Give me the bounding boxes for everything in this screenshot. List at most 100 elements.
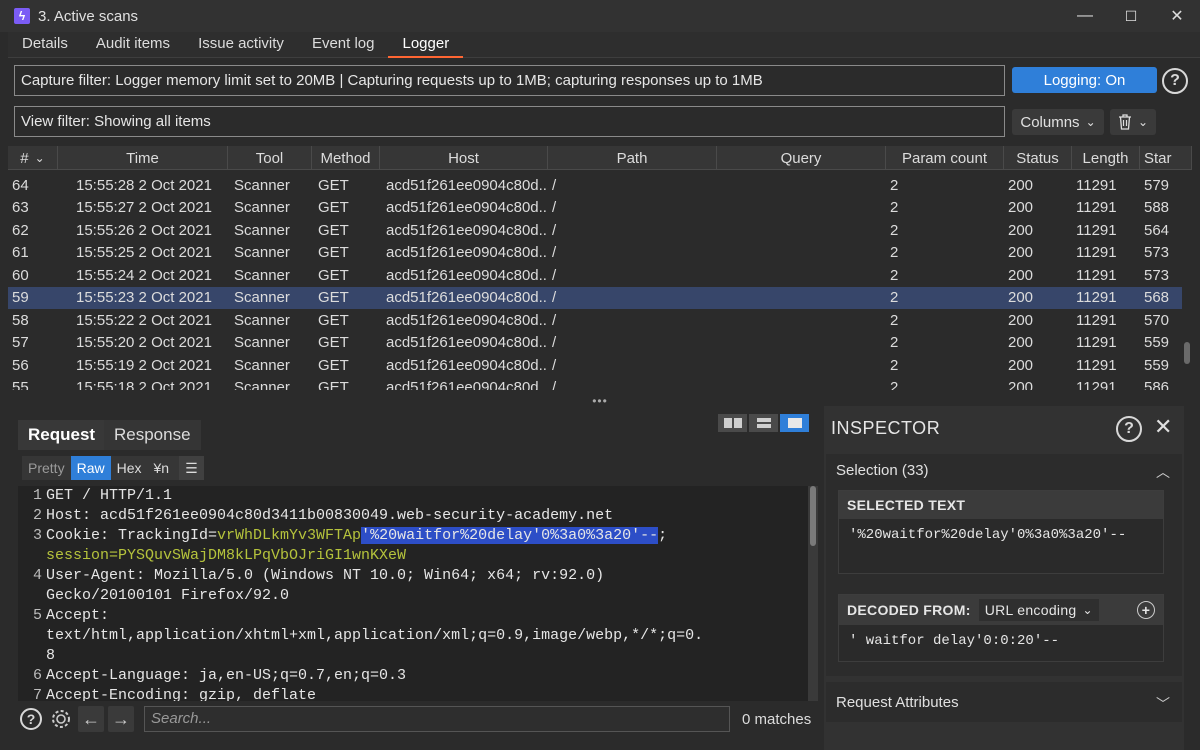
row-time: 15:55:20 2 Oct 2021 [76,334,212,352]
row-number: 62 [12,221,29,239]
row-param-count: 2 [890,176,899,194]
table-row[interactable]: 57 15:55:20 2 Oct 2021 Scanner GET acd51f261… [8,332,1182,355]
editor-scroll-thumb[interactable] [810,486,816,546]
request-attributes-label: Request Attributes [836,694,959,711]
tab-event-log[interactable]: Event log [298,32,389,58]
decoded-box: DECODED FROM: URL encoding ⌄ + ' waitfor … [838,594,1164,662]
col-host[interactable]: Host [380,146,548,170]
row-method: GET [318,221,349,239]
row-tool: Scanner [234,221,290,239]
clear-log-dropdown[interactable]: ⌄ [1110,109,1156,135]
table-scrollbar[interactable] [1182,170,1192,390]
format-raw-button[interactable]: Raw [70,456,111,480]
previous-match-button[interactable]: ← [78,706,104,732]
col-time[interactable]: Time [58,146,228,170]
col-start[interactable]: Star [1140,146,1192,170]
format-pretty-button[interactable]: Pretty [22,456,71,480]
inspector-title: INSPECTOR [831,418,941,438]
row-time: 15:55:23 2 Oct 2021 [76,289,212,307]
show-newlines-button[interactable]: ¥n [148,456,176,480]
tab-audit-items[interactable]: Audit items [82,32,184,58]
search-input[interactable]: Search... [144,706,730,732]
row-path: / [552,221,557,239]
logging-toggle-button[interactable]: Logging: On [1012,67,1157,93]
table-row[interactable]: 63 15:55:27 2 Oct 2021 Scanner GET acd51f261… [8,197,1182,220]
menu-icon[interactable]: ☰ [179,456,204,480]
maximize-button[interactable]: ☐ [1108,0,1154,32]
row-path: / [552,199,557,217]
trash-icon [1118,114,1131,130]
help-icon[interactable]: ? [18,706,44,732]
split-vertical-icon[interactable] [749,414,778,432]
format-hex-button[interactable]: Hex [111,456,148,480]
row-param-count: 2 [890,266,899,284]
decoding-dropdown[interactable]: URL encoding ⌄ [978,599,1099,621]
decoded-text-value[interactable]: ' waitfor delay'0:0:20'-- [839,625,1163,657]
settings-gear-icon[interactable] [48,706,74,732]
row-time: 15:55:25 2 Oct 2021 [76,244,212,262]
columns-dropdown[interactable]: Columns ⌄ [1012,109,1104,135]
request-attributes-section[interactable]: Request Attributes ﹀ [826,682,1182,722]
col-path[interactable]: Path [548,146,717,170]
tab-request[interactable]: Request [18,420,106,450]
col-method[interactable]: Method [312,146,380,170]
add-plus-icon[interactable]: + [1137,601,1155,619]
row-host: acd51f261ee0904c80d... [386,289,548,307]
col-tool[interactable]: Tool [228,146,312,170]
table-row[interactable]: 64 15:55:28 2 Oct 2021 Scanner GET acd51f261… [8,174,1182,197]
tab-logger[interactable]: Logger [388,32,464,58]
col-query[interactable]: Query [717,146,886,170]
table-row[interactable]: 58 15:55:22 2 Oct 2021 Scanner GET acd51f261… [8,309,1182,332]
row-tool: Scanner [234,311,290,329]
logger-table: # ⌄ Time Tool Method Host Path Query Para… [8,146,1192,390]
row-path: / [552,311,557,329]
selection-label[interactable]: Selection (33) [836,462,929,479]
row-param-count: 2 [890,379,899,390]
chevron-down-icon[interactable]: ﹀ [1156,694,1170,714]
tab-response[interactable]: Response [104,420,201,450]
accept-encoding-line: Accept-Encoding: gzip, deflate [46,687,317,701]
minimize-button[interactable]: — [1062,0,1108,32]
split-pane-handle[interactable]: ••• [8,394,1192,408]
row-length: 11291 [1076,311,1117,329]
split-horizontal-icon[interactable] [718,414,747,432]
chevron-up-icon[interactable]: ︿ [1156,462,1170,482]
tab-details[interactable]: Details [8,32,82,58]
close-window-button[interactable]: ✕ [1154,0,1200,32]
row-host: acd51f261ee0904c80d... [386,379,548,390]
selected-text-header: SELECTED TEXT [839,491,1163,519]
col-status[interactable]: Status [1004,146,1072,170]
row-param-count: 2 [890,356,899,374]
single-pane-icon[interactable] [780,414,809,432]
inspector-help-icon[interactable]: ? [1116,416,1142,442]
row-time: 15:55:19 2 Oct 2021 [76,356,212,374]
table-scroll-thumb[interactable] [1184,342,1190,364]
editor-scrollbar[interactable] [808,486,818,701]
selected-text-value[interactable]: '%20waitfor%20delay'0%3a0%3a20'-- [839,519,1163,551]
table-row[interactable]: 61 15:55:25 2 Oct 2021 Scanner GET acd51f261… [8,242,1182,265]
row-path: / [552,356,557,374]
table-row[interactable]: 56 15:55:19 2 Oct 2021 Scanner GET acd51f261… [8,354,1182,377]
row-time: 15:55:26 2 Oct 2021 [76,221,212,239]
row-path: / [552,266,557,284]
row-status: 200 [1008,379,1034,390]
capture-filter-bar[interactable]: Capture filter: Logger memory limit set … [14,65,1005,96]
inspector-close-icon[interactable]: ✕ [1154,414,1172,440]
tab-issue-activity[interactable]: Issue activity [184,32,298,58]
row-time: 15:55:22 2 Oct 2021 [76,311,212,329]
col-number[interactable]: # ⌄ [8,146,58,170]
table-row[interactable]: 59 15:55:23 2 Oct 2021 Scanner GET acd51f261… [8,286,1182,309]
col-param-count[interactable]: Param count [886,146,1004,170]
col-length[interactable]: Length [1072,146,1140,170]
table-row[interactable]: 55 15:55:18 2 Oct 2021 Scanner GET acd51f261… [8,377,1182,390]
view-filter-bar[interactable]: View filter: Showing all items [14,106,1005,137]
accept-value-cont-line: 8 [46,647,56,664]
request-editor[interactable]: 1 GET / HTTP/1.1 2 Host: acd51f261ee0904c8… [18,486,808,701]
row-host: acd51f261ee0904c80d... [386,356,548,374]
table-row[interactable]: 62 15:55:26 2 Oct 2021 Scanner GET acd51f261… [8,219,1182,242]
row-time: 15:55:28 2 Oct 2021 [76,176,212,194]
next-match-button[interactable]: → [108,706,134,732]
columns-label: Columns [1020,113,1080,131]
help-icon[interactable]: ? [1162,68,1188,94]
table-row[interactable]: 60 15:55:24 2 Oct 2021 Scanner GET acd51f261… [8,264,1182,287]
